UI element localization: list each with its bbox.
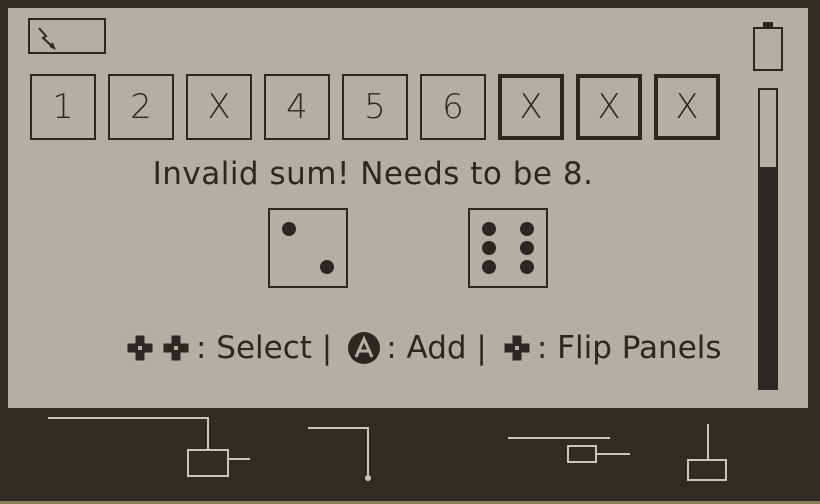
- panel-6[interactable]: 6: [420, 74, 486, 140]
- panel-1[interactable]: 1: [30, 74, 96, 140]
- dpad-icon: [503, 334, 531, 362]
- status-message: Invalid sum! Needs to be 8.: [152, 156, 594, 192]
- circuit-bar: [8, 408, 808, 488]
- die-pip: [520, 241, 534, 255]
- panel-9[interactable]: X: [654, 74, 720, 140]
- battery-icon: [753, 22, 783, 71]
- die-pip: [482, 241, 496, 255]
- low-battery-indicator: [28, 18, 106, 54]
- lightning-icon: [38, 27, 56, 50]
- level-gauge: [758, 88, 778, 390]
- die-pip: [320, 260, 334, 274]
- a-button-icon: [348, 332, 381, 364]
- game-screen: 1 2 X 4 5 6 X X X Invalid sum! Needs to …: [8, 8, 808, 408]
- die-pip: [282, 222, 296, 236]
- dpad-icon: [162, 334, 190, 362]
- panel-5[interactable]: 5: [342, 74, 408, 140]
- panel-7[interactable]: X: [498, 74, 564, 140]
- die-pip: [482, 260, 496, 274]
- select-hint-label: : Select |: [196, 330, 333, 366]
- flip-hint-label: : Flip Panels: [536, 330, 722, 366]
- panel-3[interactable]: X: [186, 74, 252, 140]
- die-left: [268, 208, 348, 288]
- die-pip: [520, 260, 534, 274]
- panel-2[interactable]: 2: [108, 74, 174, 140]
- die-pip: [520, 222, 534, 236]
- dpad-icon: [126, 334, 154, 362]
- circuit-decoration: [48, 417, 727, 481]
- panel-8[interactable]: X: [576, 74, 642, 140]
- level-gauge-fill: [760, 167, 776, 388]
- panel-4[interactable]: 4: [264, 74, 330, 140]
- controls-hint: : Select | : Add | : Flip Panels: [124, 328, 722, 368]
- die-pip: [482, 222, 496, 236]
- add-hint-label: : Add |: [386, 330, 487, 366]
- die-right: [468, 208, 548, 288]
